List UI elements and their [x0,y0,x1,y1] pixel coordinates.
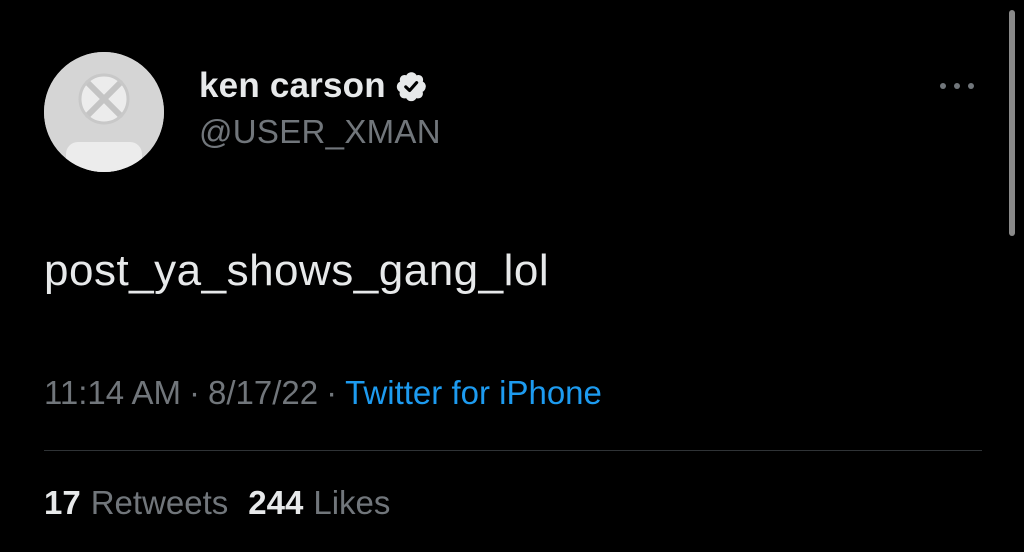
likes-label: Likes [313,484,391,521]
tweet-detail: ken carson @USER_XMAN post_ya_shows_gang… [0,0,1024,552]
tweet-time[interactable]: 11:14 AM [44,374,181,411]
author-handle[interactable]: @USER_XMAN [199,113,441,151]
tweet-stats: 17 Retweets 244 Likes [44,484,390,522]
scrollbar-thumb[interactable] [1009,10,1015,236]
retweets-label: Retweets [90,484,229,521]
verified-badge-icon [394,69,428,103]
meta-separator: · [326,374,338,411]
author-display-name[interactable]: ken carson [199,66,386,106]
divider [44,450,982,451]
likes-stat[interactable]: 244 Likes [248,484,390,521]
retweets-count: 17 [44,484,81,521]
author-name-row[interactable]: ken carson [199,64,428,108]
more-options-button[interactable] [932,72,982,100]
tweet-metadata: 11:14 AM · 8/17/22 · Twitter for iPhone [44,374,602,412]
retweets-stat[interactable]: 17 Retweets [44,484,228,521]
more-horizontal-icon [940,83,974,89]
avatar[interactable] [44,52,164,172]
tweet-text: post_ya_shows_gang_lol [44,246,550,295]
tweet-date[interactable]: 8/17/22 [208,374,318,411]
likes-count: 244 [248,484,304,521]
tweet-source-link[interactable]: Twitter for iPhone [345,374,602,411]
meta-separator: · [188,374,200,411]
default-avatar-icon [44,52,164,172]
